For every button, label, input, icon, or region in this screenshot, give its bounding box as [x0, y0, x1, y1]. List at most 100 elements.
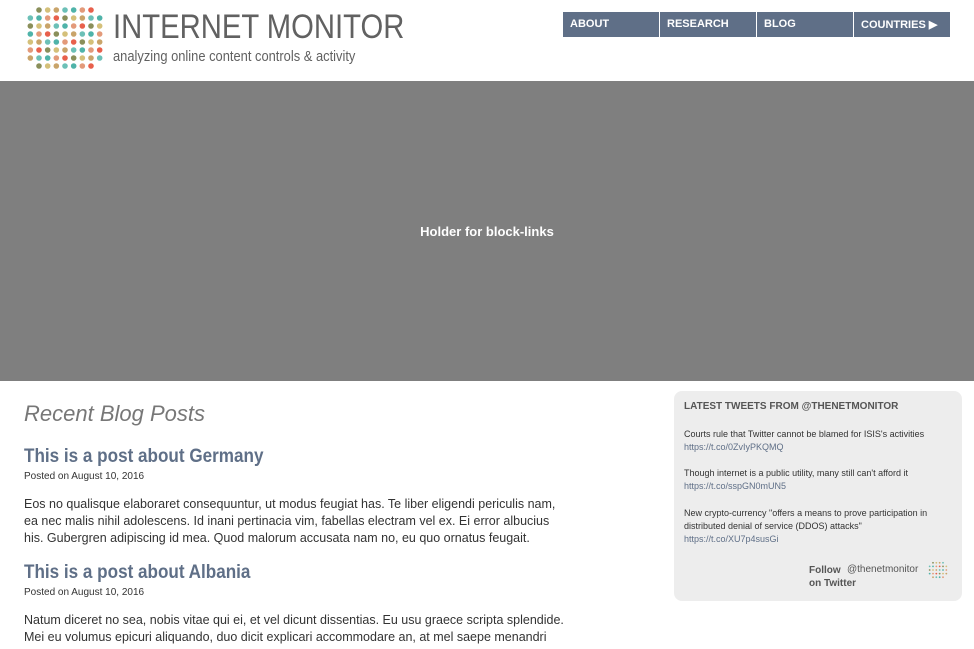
logo-dot: [27, 39, 34, 45]
logo-dot: [79, 39, 86, 45]
logo-dot: [36, 47, 42, 53]
logo-dot: [938, 576, 941, 579]
logo-dot: [942, 576, 944, 579]
logo-dot: [44, 63, 51, 69]
logo-dot: [932, 569, 934, 571]
logo-dot: [44, 15, 51, 21]
logo-dot: [44, 31, 51, 37]
logo-dot: [938, 561, 941, 564]
logo-dot: [935, 572, 938, 575]
logo-dot: [36, 39, 42, 45]
site-title[interactable]: INTERNET MONITOR: [113, 8, 404, 47]
logo-dot: [70, 63, 77, 69]
logo-dot: [70, 31, 77, 37]
logo-dot: [70, 15, 77, 21]
follow-label: Follow: [809, 565, 841, 576]
logo-dot: [928, 569, 931, 571]
logo-dot: [70, 39, 77, 45]
nav-countries[interactable]: COUNTRIES ▶: [854, 12, 950, 37]
logo-dot: [62, 47, 68, 53]
post-title[interactable]: This is a post about Albania: [24, 562, 250, 584]
recent-posts-heading: Recent Blog Posts: [24, 401, 205, 426]
tweets-panel: LATEST TWEETS FROM @THENETMONITOR Courts…: [674, 391, 962, 601]
logo-dot: [53, 7, 60, 13]
tweet-link[interactable]: https://t.co/0ZvIyPKQMQ: [684, 441, 954, 454]
logo-dot: [88, 31, 94, 37]
logo-dot: [36, 63, 42, 69]
logo-dot: [96, 47, 103, 53]
logo-dot: [79, 23, 86, 29]
logo-dot: [62, 7, 68, 13]
logo-dot: [53, 39, 60, 45]
logo-dot: [53, 15, 60, 21]
logo-dot: [62, 63, 68, 69]
twitter-avatar-icon: [928, 561, 948, 579]
logo-dot: [44, 47, 51, 53]
logo-dot: [932, 572, 934, 575]
nav-about[interactable]: ABOUT: [563, 12, 659, 37]
logo-dot: [62, 31, 68, 37]
logo-dot: [88, 55, 94, 61]
logo-dot: [938, 565, 941, 568]
logo-dot: [53, 55, 60, 61]
logo-dot: [96, 39, 103, 45]
logo-dot: [945, 565, 948, 568]
tweets-heading: LATEST TWEETS FROM @THENETMONITOR: [684, 401, 899, 412]
nav-blog[interactable]: BLOG: [757, 12, 853, 37]
logo-dot: [79, 7, 86, 13]
logo-dot: [36, 15, 42, 21]
logo-dot: [932, 576, 934, 579]
logo-dot: [88, 63, 94, 69]
logo-dot: [935, 576, 938, 579]
tweet-text: Though internet is a public utility, man…: [684, 468, 908, 478]
logo-dot: [96, 31, 103, 37]
logo-dot: [53, 31, 60, 37]
tweet-item: Courts rule that Twitter cannot be blame…: [684, 428, 954, 454]
logo-dot: [945, 569, 948, 571]
block-links-holder: Holder for block-links: [0, 81, 974, 381]
logo-dot: [928, 572, 931, 575]
logo-dot: [53, 47, 60, 53]
logo-dot: [27, 55, 34, 61]
logo-dot: [36, 31, 42, 37]
logo-dot: [79, 47, 86, 53]
logo-dot: [27, 23, 34, 29]
logo-dot: [70, 55, 77, 61]
logo-dot: [96, 55, 103, 61]
logo-dot: [88, 7, 94, 13]
logo-dot: [88, 47, 94, 53]
twitter-handle[interactable]: @thenetmonitor: [847, 564, 918, 575]
logo-dot: [88, 23, 94, 29]
tweet-link[interactable]: https://t.co/XU7p4susGi: [684, 533, 954, 546]
logo-dot: [79, 63, 86, 69]
logo-dot: [942, 572, 944, 575]
logo-dot: [36, 7, 42, 13]
logo-dot: [942, 569, 944, 571]
logo-dot: [44, 55, 51, 61]
logo-dot: [44, 39, 51, 45]
logo-dot: [27, 47, 34, 53]
logo-dot: [36, 55, 42, 61]
post-title[interactable]: This is a post about Germany: [24, 446, 263, 468]
nav-research[interactable]: RESEARCH: [660, 12, 756, 37]
tweet-link[interactable]: https://t.co/sspGN0mUN5: [684, 480, 954, 493]
tweet-text: Courts rule that Twitter cannot be blame…: [684, 429, 925, 439]
logo-dot: [935, 565, 938, 568]
logo-dot: [79, 31, 86, 37]
post-body: Natum diceret no sea, nobis vitae qui ei…: [24, 613, 564, 644]
logo-dot: [938, 572, 941, 575]
logo-dot: [79, 15, 86, 21]
hero-text: Holder for block-links: [420, 223, 554, 239]
logo-dot: [88, 39, 94, 45]
logo-dot: [53, 23, 60, 29]
logo-dot: [62, 15, 68, 21]
post-date: Posted on August 10, 2016: [24, 471, 145, 482]
logo-dot: [70, 47, 77, 53]
logo-dots-icon[interactable]: [26, 6, 104, 70]
logo-dot: [938, 569, 941, 571]
logo-dot: [932, 561, 934, 564]
logo-dot: [70, 7, 77, 13]
logo-dot: [96, 23, 103, 29]
logo-dot: [88, 15, 94, 21]
logo-dot: [44, 7, 51, 13]
